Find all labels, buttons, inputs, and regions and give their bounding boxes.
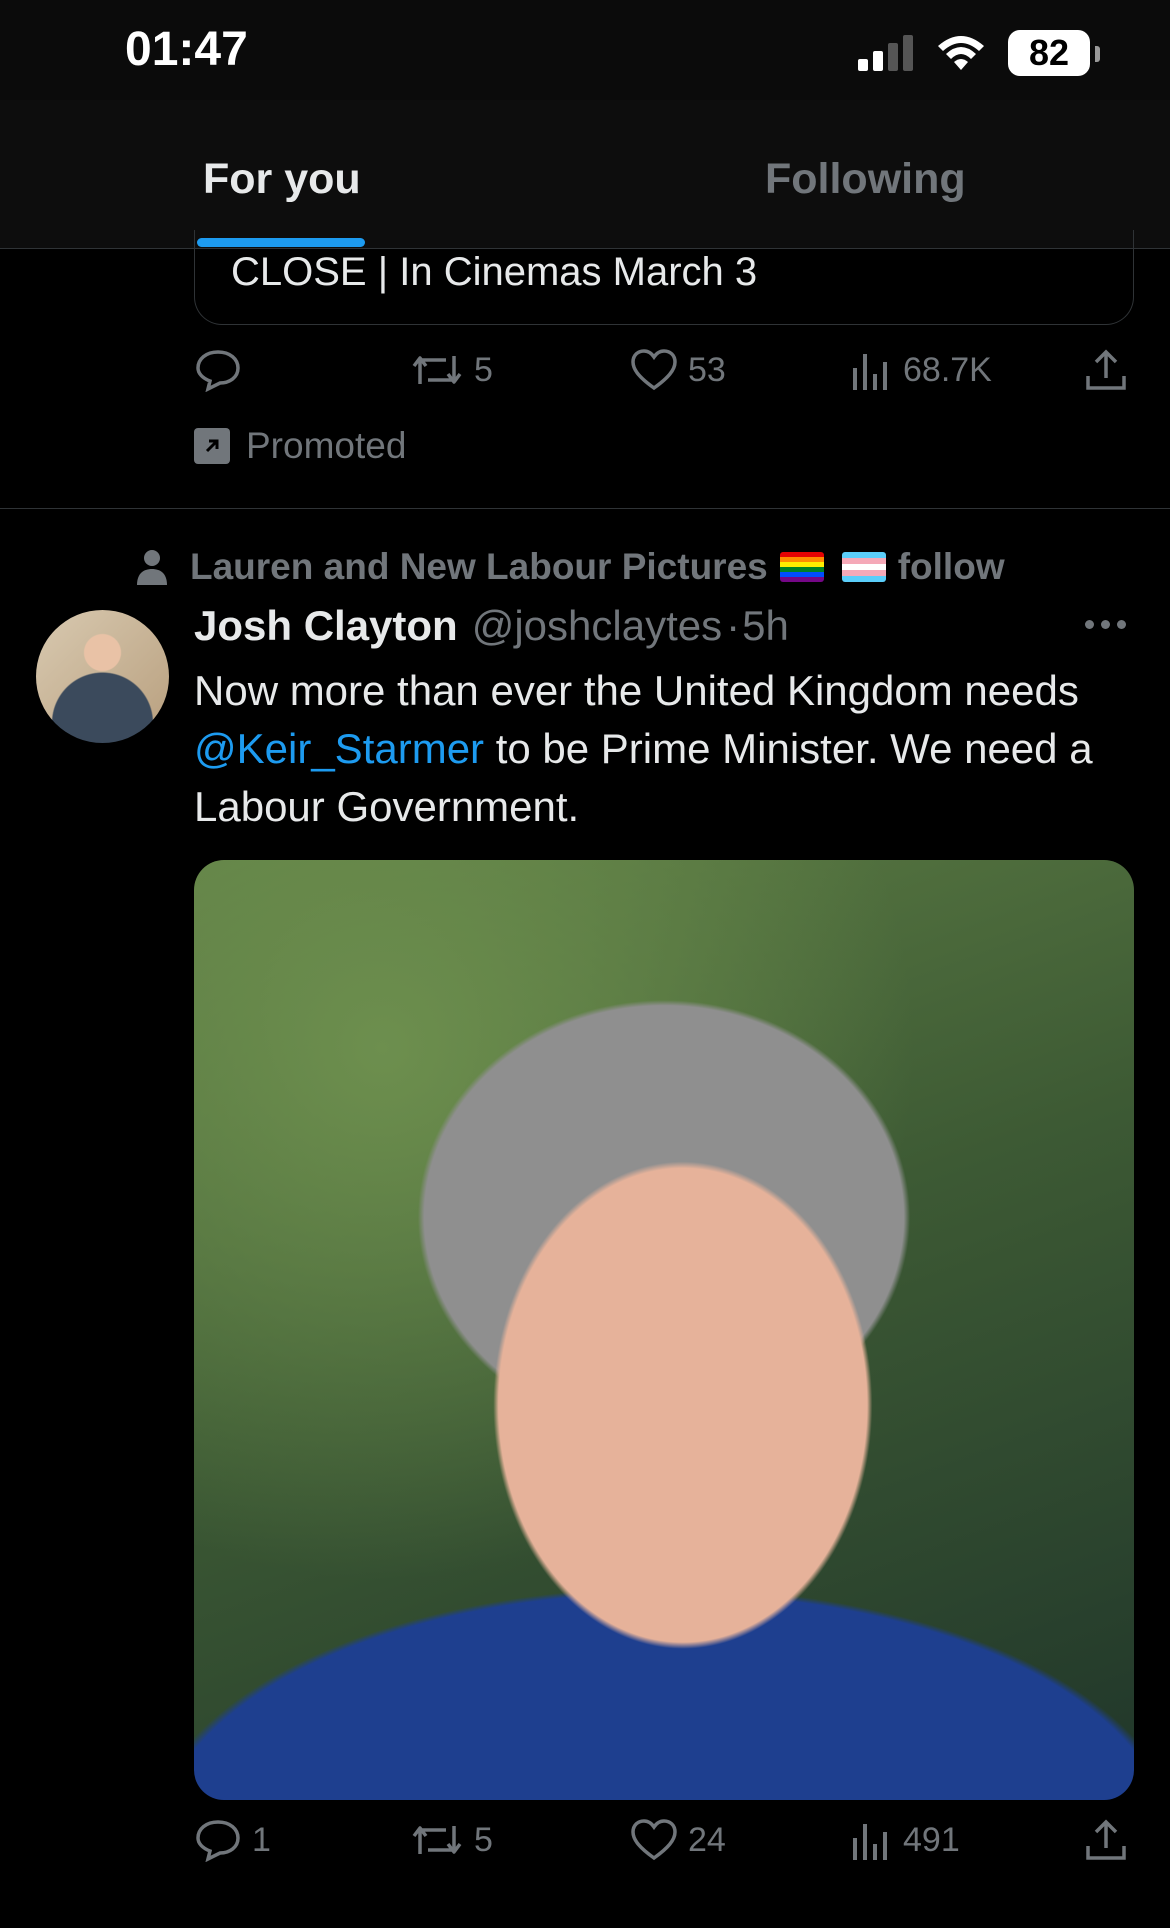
promo-card-text: CLOSE | In Cinemas March 3 <box>231 250 758 294</box>
status-time: 01:47 <box>125 23 248 76</box>
share-button[interactable] <box>1084 348 1128 392</box>
retweet-icon <box>412 1826 462 1854</box>
author-handle[interactable]: @joshclaytes <box>472 602 722 650</box>
timeline-tabs: For you Following <box>0 100 1170 249</box>
battery-indicator: 82 <box>1008 30 1100 76</box>
tweet-action-bar: 1 5 24 491 <box>194 1818 1134 1878</box>
person-icon <box>137 550 167 585</box>
share-button[interactable] <box>1084 1818 1128 1862</box>
retweet-button[interactable]: 5 <box>410 348 493 392</box>
promoted-icon <box>194 428 230 464</box>
like-icon <box>631 349 677 391</box>
social-context-suffix: follow <box>897 546 1005 587</box>
rainbow-flag-icon <box>779 552 824 582</box>
avatar[interactable] <box>36 610 169 743</box>
like-count: 53 <box>688 350 726 389</box>
social-context[interactable]: Lauren and New Labour Pictures follow <box>136 546 1005 588</box>
reply-button[interactable]: 1 <box>194 1818 271 1862</box>
author-name[interactable]: Josh Clayton <box>194 602 458 650</box>
reply-icon <box>196 1820 240 1862</box>
status-bar: 01:47 82 <box>0 0 1170 100</box>
like-icon <box>631 1819 677 1861</box>
promoted-label: Promoted <box>246 425 407 466</box>
like-button[interactable]: 53 <box>630 348 726 392</box>
like-button[interactable]: 24 <box>630 1818 726 1862</box>
social-context-text: Lauren and New Labour Pictures <box>190 546 768 587</box>
views-icon <box>853 1824 887 1860</box>
retweet-count: 5 <box>474 1820 493 1859</box>
tweet-text: Now more than ever the United Kingdom ne… <box>194 662 1144 836</box>
share-icon <box>1086 349 1126 390</box>
share-icon <box>1086 1819 1126 1860</box>
trans-flag-icon <box>841 552 886 582</box>
more-icon[interactable] <box>1085 620 1126 629</box>
promoted-label-row: Promoted <box>194 425 406 467</box>
tweet-divider <box>0 508 1170 509</box>
retweet-count: 5 <box>474 350 493 389</box>
reply-button[interactable] <box>194 348 242 392</box>
views-count: 491 <box>903 1820 960 1859</box>
tab-following[interactable]: Following <box>765 155 966 204</box>
views-button[interactable]: 68.7K <box>849 348 992 392</box>
tweet-text-before: Now more than ever the United Kingdom ne… <box>194 667 1079 714</box>
reply-icon <box>196 350 240 392</box>
promo-action-bar: 5 53 68.7K <box>194 348 1134 408</box>
like-count: 24 <box>688 1820 726 1859</box>
wifi-icon <box>938 36 984 70</box>
tweet-time[interactable]: 5h <box>742 602 789 650</box>
tab-for-you[interactable]: For you <box>203 155 361 204</box>
separator-dot: · <box>726 602 741 649</box>
views-count: 68.7K <box>903 350 992 389</box>
tweet-image[interactable] <box>194 860 1134 1800</box>
views-button[interactable]: 491 <box>849 1818 960 1862</box>
mention-link[interactable]: @Keir_Starmer <box>194 725 484 772</box>
retweet-button[interactable]: 5 <box>410 1818 493 1862</box>
tweet-header: Josh Clayton @joshclaytes · 5h <box>194 602 789 650</box>
promo-link-card[interactable]: CLOSE | In Cinemas March 3 <box>194 230 1134 325</box>
signal-icon <box>858 35 913 71</box>
views-icon <box>853 354 887 390</box>
reply-count: 1 <box>252 1820 271 1859</box>
retweet-icon <box>412 356 462 384</box>
status-icons: 82 <box>858 30 1100 76</box>
